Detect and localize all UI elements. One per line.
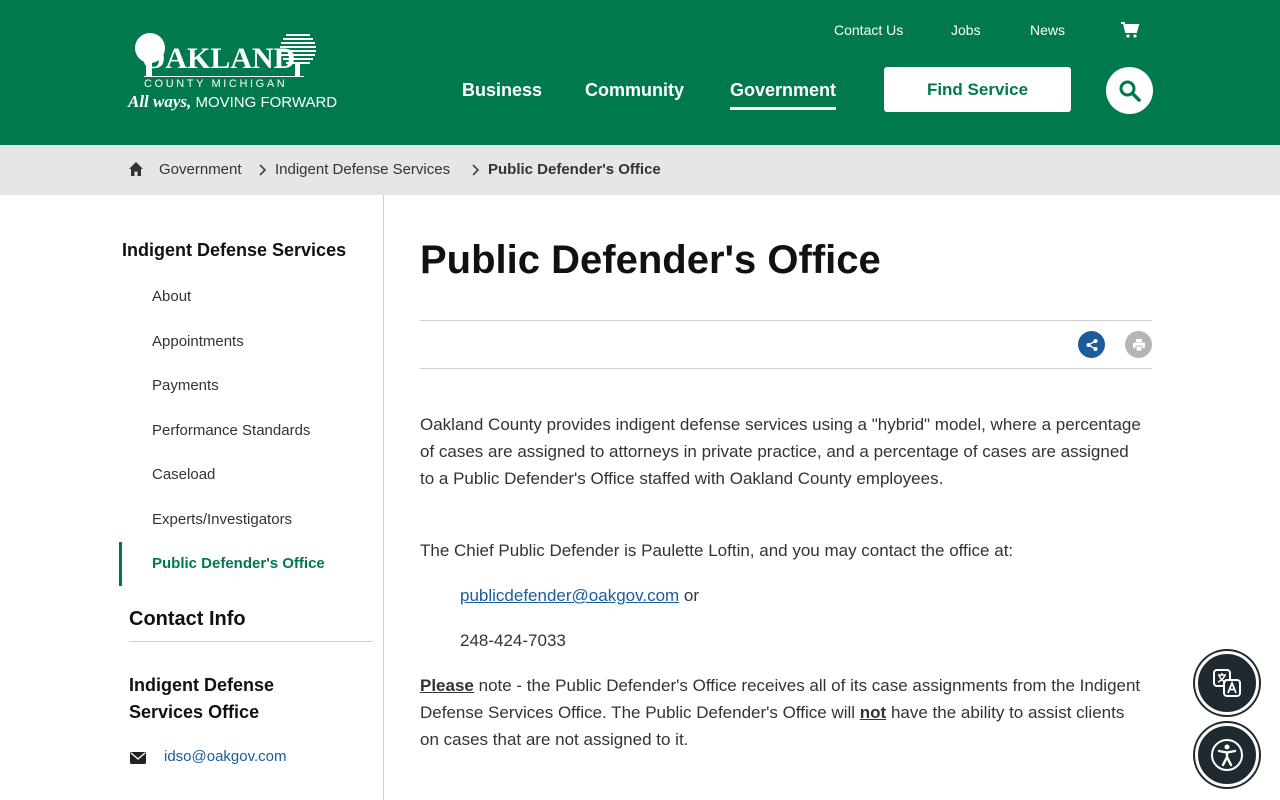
breadcrumb-government[interactable]: Government — [159, 161, 242, 179]
breadcrumb-current: Public Defender's Office — [488, 161, 661, 178]
accessibility-icon — [1211, 739, 1243, 771]
translate-button[interactable] — [1195, 651, 1259, 715]
print-button[interactable] — [1125, 331, 1152, 358]
contact-divider — [129, 641, 373, 642]
translate-icon — [1213, 669, 1241, 697]
find-service-button[interactable]: Find Service — [884, 67, 1071, 112]
note-paragraph: Please note - the Public Defender's Offi… — [420, 676, 1141, 749]
logo-subtitle: COUNTY MICHIGAN — [144, 76, 304, 90]
oakland-county-logo[interactable]: OAKLAND COUNTY MICHIGAN All ways, MOVING… — [128, 32, 337, 114]
site-header: OAKLAND COUNTY MICHIGAN All ways, MOVING… — [0, 0, 1280, 145]
toolbar-divider — [420, 368, 1152, 369]
logo-wordmark: OAKLAND — [142, 42, 296, 75]
email-line: publicdefender@oakgov.com or — [460, 586, 700, 605]
contact-us-link[interactable]: Contact Us — [834, 22, 903, 38]
nav-business[interactable]: Business — [462, 79, 542, 101]
search-button[interactable] — [1106, 67, 1153, 114]
sidebar-item-experts[interactable]: Experts/Investigators — [152, 511, 292, 529]
envelope-icon — [130, 752, 146, 764]
nav-community[interactable]: Community — [585, 79, 684, 101]
public-defender-email-link[interactable]: publicdefender@oakgov.com — [460, 586, 679, 605]
breadcrumb-indigent-defense[interactable]: Indigent Defense Services — [275, 161, 450, 179]
contact-info-heading: Contact Info — [129, 608, 246, 630]
chief-defender-paragraph: The Chief Public Defender is Paulette Lo… — [420, 541, 1014, 560]
accessibility-button[interactable] — [1195, 723, 1259, 787]
sidebar-item-performance-standards[interactable]: Performance Standards — [152, 422, 310, 440]
logo-tagline: All ways, MOVING FORWARD — [128, 92, 338, 111]
home-icon[interactable] — [128, 161, 144, 177]
page-title: Public Defender's Office — [420, 238, 881, 282]
search-icon — [1119, 80, 1141, 102]
sidebar-item-about[interactable]: About — [152, 288, 191, 306]
sidebar-item-caseload[interactable]: Caseload — [152, 466, 215, 484]
chevron-right-icon — [259, 164, 267, 176]
active-indicator — [119, 542, 122, 586]
intro-paragraph: Oakland County provides indigent defense… — [420, 415, 1141, 488]
sidebar-item-public-defender[interactable]: Public Defender's Office — [152, 555, 325, 573]
phone-number: 248-424-7033 — [460, 631, 566, 650]
jobs-link[interactable]: Jobs — [951, 22, 981, 38]
printer-icon — [1132, 338, 1145, 351]
sidebar-item-payments[interactable]: Payments — [152, 377, 219, 395]
sidebar-item-appointments[interactable]: Appointments — [152, 333, 244, 351]
title-divider — [420, 320, 1152, 321]
news-link[interactable]: News — [1030, 22, 1065, 38]
sidebar-title[interactable]: Indigent Defense Services — [122, 240, 346, 261]
cart-icon[interactable] — [1120, 20, 1140, 40]
sidebar-divider — [383, 195, 384, 800]
nav-government[interactable]: Government — [730, 79, 837, 110]
office-email-link[interactable]: idso@oakgov.com — [164, 748, 287, 765]
office-name: Indigent Defense Services Office — [129, 675, 275, 722]
share-icon — [1086, 338, 1097, 351]
share-button[interactable] — [1078, 331, 1105, 358]
chevron-right-icon — [472, 164, 480, 176]
